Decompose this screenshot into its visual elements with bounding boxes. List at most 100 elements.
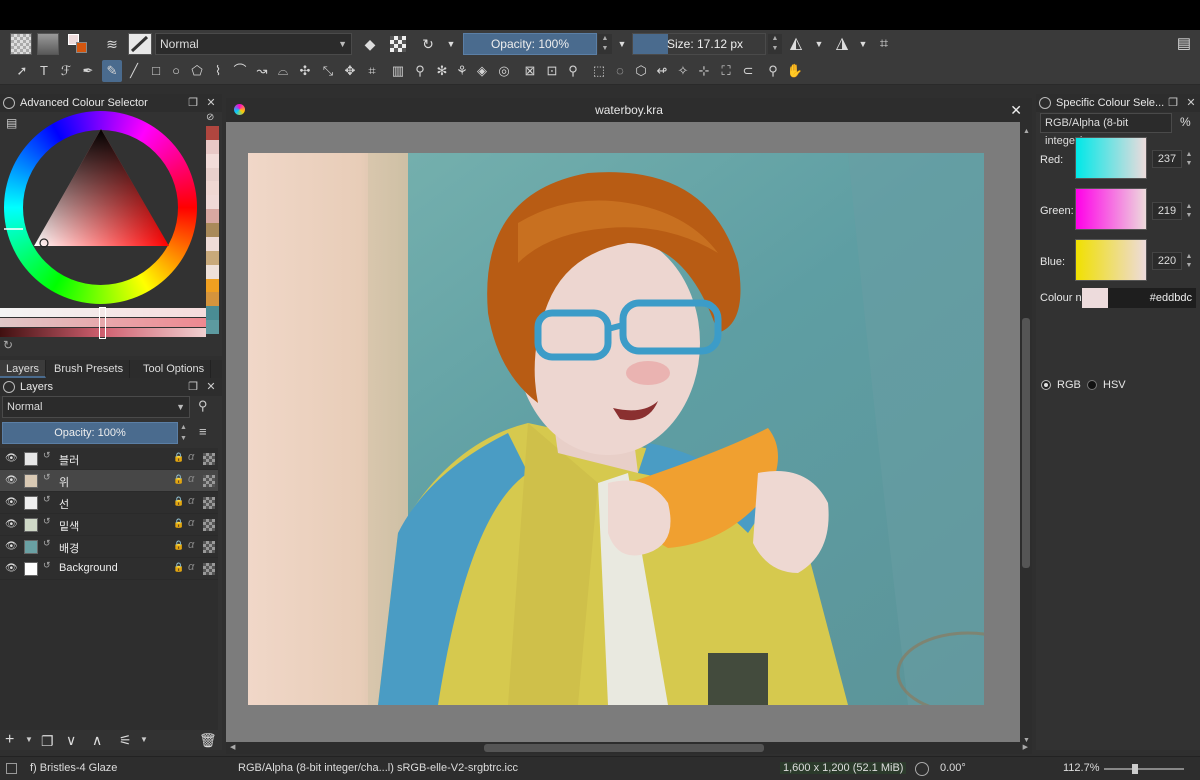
- inherit-alpha-icon[interactable]: [203, 497, 215, 509]
- green-value[interactable]: 219: [1152, 202, 1182, 220]
- visibility-icon[interactable]: 👁: [5, 563, 18, 575]
- inherit-alpha-icon[interactable]: [203, 563, 215, 575]
- layer-row[interactable]: 👁 ↺ 위 🔒 α: [0, 470, 218, 492]
- similar-select-icon[interactable]: ⊹: [694, 60, 714, 82]
- brush-icon[interactable]: ✎: [102, 60, 122, 82]
- ellipse-icon[interactable]: ○: [166, 60, 186, 82]
- inherit-alpha-icon[interactable]: [203, 475, 215, 487]
- history-swatch[interactable]: [206, 167, 219, 182]
- menu-icon[interactable]: ≡: [199, 424, 207, 439]
- select-icon[interactable]: ➚: [12, 60, 32, 82]
- reference-icon[interactable]: ⊡: [542, 60, 562, 82]
- green-gradient-slider[interactable]: [1075, 188, 1147, 230]
- brush-preset-icon[interactable]: [128, 33, 152, 55]
- multibrush-icon[interactable]: ✣: [295, 60, 315, 82]
- move-down-icon[interactable]: ∨: [66, 732, 76, 749]
- history-swatch[interactable]: [206, 236, 219, 252]
- pan-icon[interactable]: ✋: [785, 60, 805, 82]
- opacity-spin[interactable]: ▲ ▼: [598, 34, 612, 54]
- close-icon[interactable]: ✕: [1184, 94, 1198, 112]
- vertical-scroll-thumb[interactable]: [1022, 318, 1030, 568]
- inherit-alpha-icon[interactable]: [203, 541, 215, 553]
- visibility-icon[interactable]: 👁: [5, 519, 18, 531]
- inherit-alpha-icon[interactable]: [203, 453, 215, 465]
- history-swatch[interactable]: [206, 306, 219, 321]
- alpha-icon[interactable]: α: [188, 517, 194, 529]
- alpha-icon[interactable]: α: [188, 561, 194, 573]
- layer-row[interactable]: 👁 ↺ 배경 🔒 α: [0, 536, 218, 558]
- move-icon[interactable]: ✥: [340, 60, 360, 82]
- chevron-down-icon[interactable]: ▼: [853, 34, 873, 54]
- colour-history-strip[interactable]: [206, 126, 219, 335]
- add-layer-icon[interactable]: +: [5, 731, 14, 749]
- blend-mode-select[interactable]: Normal ▼: [155, 33, 352, 55]
- red-gradient-slider[interactable]: [1075, 137, 1147, 179]
- chevron-down-icon[interactable]: ▼: [441, 34, 461, 54]
- opacity-slider[interactable]: Opacity: 100% ▲ ▼: [463, 33, 612, 55]
- refresh-icon[interactable]: ↻: [418, 34, 438, 54]
- lock-icon[interactable]: 🔒: [173, 540, 184, 551]
- no-colour-icon[interactable]: ⊘: [206, 112, 218, 124]
- polyline-icon[interactable]: ⌇: [208, 60, 228, 82]
- visibility-icon[interactable]: 👁: [5, 453, 18, 465]
- layer-properties-icon[interactable]: ⚟: [119, 732, 132, 749]
- freehand-select2-icon[interactable]: ↫: [652, 60, 672, 82]
- slider-handle[interactable]: [99, 307, 106, 339]
- float-icon[interactable]: ❐: [186, 378, 200, 396]
- alpha-icon[interactable]: α: [188, 473, 194, 485]
- red-spin[interactable]: ▲ ▼: [1184, 150, 1194, 168]
- lock-icon[interactable]: 🔒: [173, 496, 184, 507]
- filter-icon[interactable]: ⚲: [198, 398, 214, 416]
- measure-icon[interactable]: ⊠: [520, 60, 540, 82]
- smart-patch-icon[interactable]: ✻: [432, 60, 452, 82]
- chevron-down-icon[interactable]: ▼: [25, 735, 33, 744]
- lock-icon[interactable]: 🔒: [173, 562, 184, 573]
- close-icon[interactable]: ✕: [204, 378, 218, 396]
- layer-opacity-slider[interactable]: Opacity: 100%: [2, 422, 178, 444]
- float-icon[interactable]: ❐: [1166, 94, 1180, 112]
- history-swatch[interactable]: [206, 153, 219, 169]
- history-swatch[interactable]: [206, 139, 219, 155]
- transform-icon[interactable]: ⤡: [318, 60, 338, 82]
- visibility-icon[interactable]: 👁: [5, 541, 18, 553]
- crop-icon[interactable]: ⌗: [362, 60, 382, 82]
- rotation-value[interactable]: 0.00°: [940, 762, 966, 774]
- duplicate-layer-icon[interactable]: ❐: [41, 733, 54, 750]
- zoom-slider[interactable]: [1104, 764, 1184, 774]
- mirror-vertical-icon[interactable]: ◮: [832, 34, 852, 54]
- zoom-icon[interactable]: ⚲: [763, 60, 783, 82]
- close-icon[interactable]: ✕: [1010, 98, 1022, 122]
- line-icon[interactable]: ╱: [124, 60, 144, 82]
- tab-layers[interactable]: Layers: [0, 360, 47, 378]
- canvas-painting[interactable]: [248, 153, 984, 705]
- blue-value[interactable]: 220: [1152, 252, 1182, 270]
- lock-icon[interactable]: [3, 97, 15, 109]
- settings-icon[interactable]: ≋: [102, 34, 122, 54]
- history-swatch[interactable]: [206, 209, 219, 224]
- alpha-icon[interactable]: α: [188, 495, 194, 507]
- chevron-down-icon[interactable]: ▼: [809, 34, 829, 54]
- tab-brush-presets[interactable]: Brush Presets: [48, 360, 131, 378]
- refresh-icon[interactable]: ↻: [3, 338, 13, 352]
- pin-icon[interactable]: ⚲: [563, 60, 583, 82]
- layer-blend-select[interactable]: Normal ▼: [2, 396, 190, 418]
- fill-icon[interactable]: ⚘: [452, 60, 472, 82]
- vertical-scrollbar[interactable]: ▲ ▼: [1020, 122, 1032, 750]
- blue-gradient-slider[interactable]: [1075, 239, 1147, 281]
- polygon-select-icon[interactable]: ⬡: [631, 60, 651, 82]
- move-up-icon[interactable]: ∧: [92, 732, 102, 749]
- float-icon[interactable]: ❐: [186, 94, 200, 112]
- crop-wrap-icon[interactable]: ⌗: [874, 34, 894, 54]
- eraser-icon[interactable]: ◆: [360, 34, 380, 54]
- red-value[interactable]: 237: [1152, 150, 1182, 168]
- percent-toggle[interactable]: %: [1180, 115, 1191, 129]
- colour-picker-icon[interactable]: ⚲: [410, 60, 430, 82]
- fg-bg-colour-icon[interactable]: [68, 34, 88, 54]
- current-brush[interactable]: f) Bristles-4 Glaze: [30, 762, 117, 774]
- contiguous-brush-icon[interactable]: ℱ: [56, 60, 76, 82]
- history-swatch[interactable]: [206, 264, 219, 280]
- alpha-lock-icon[interactable]: [390, 36, 406, 52]
- hsv-radio[interactable]: [1087, 380, 1097, 390]
- ellipse-select-icon[interactable]: ◌: [610, 60, 630, 82]
- history-swatch[interactable]: [206, 320, 219, 335]
